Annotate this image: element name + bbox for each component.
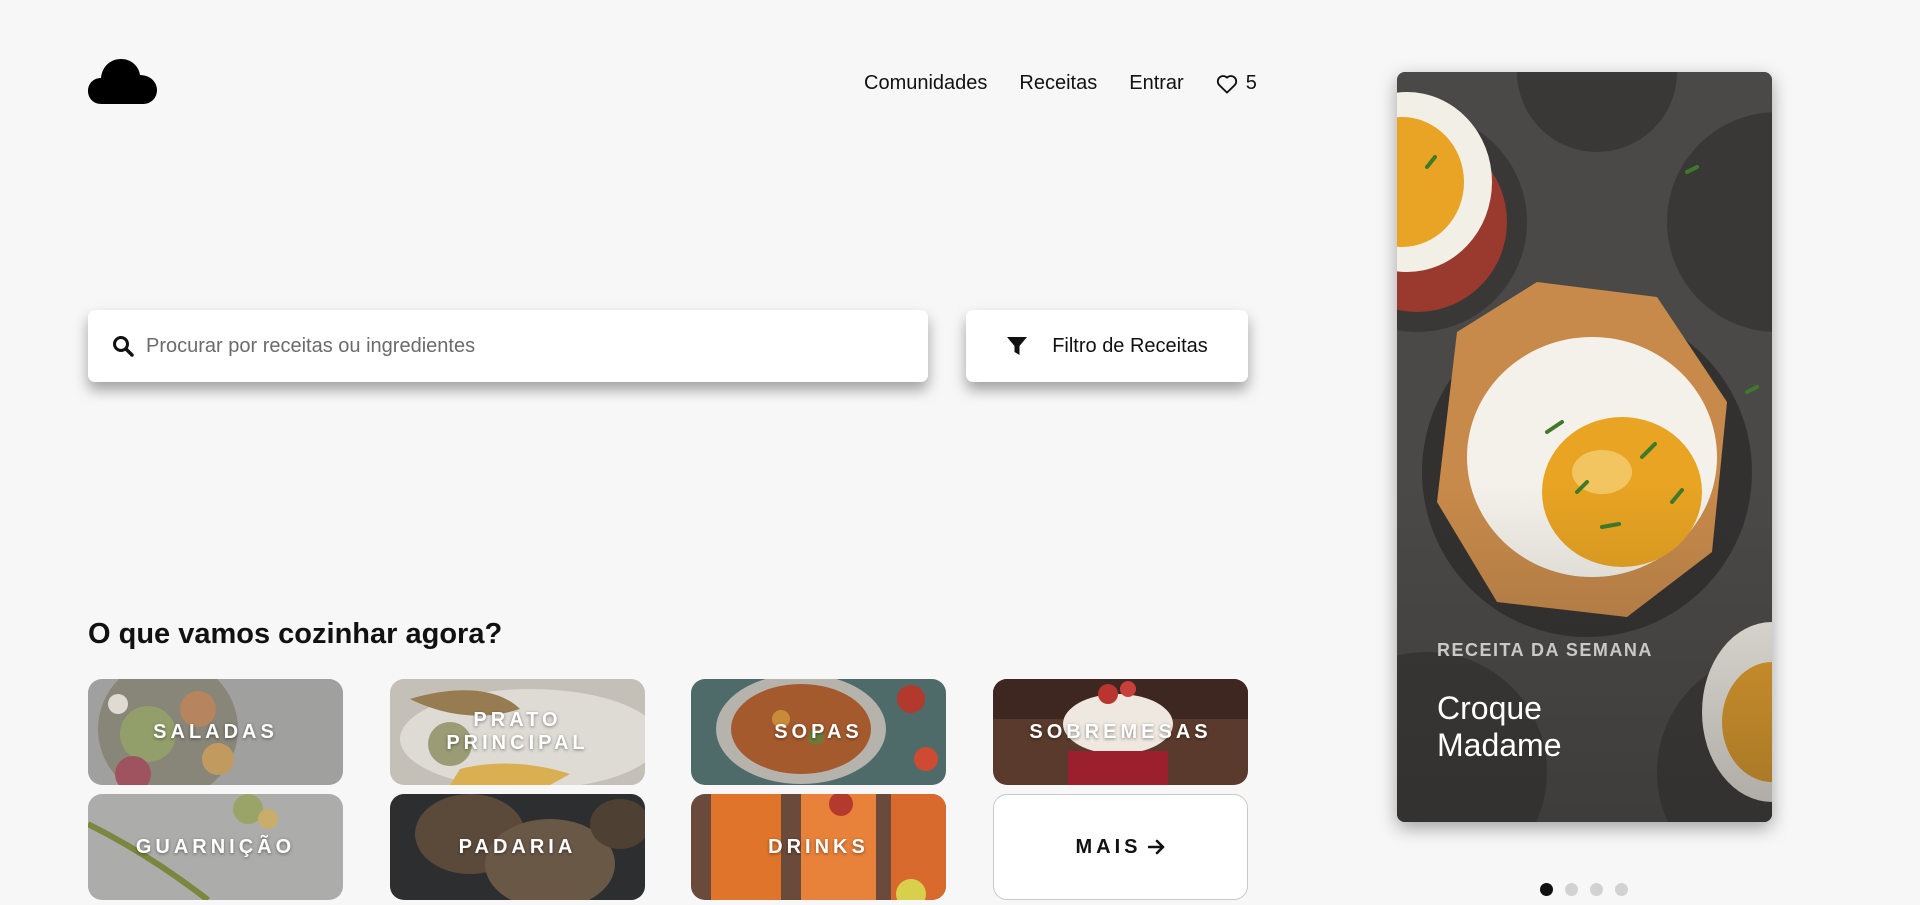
category-prato-principal[interactable]: PRATO PRINCIPAL xyxy=(390,679,645,785)
page: Comunidades Receitas Entrar 5 Filtro de … xyxy=(0,0,1920,905)
category-label: SALADAS xyxy=(153,720,278,743)
filter-button[interactable]: Filtro de Receitas xyxy=(966,310,1248,382)
carousel-dot-2[interactable] xyxy=(1565,883,1578,896)
carousel-dot-1[interactable] xyxy=(1540,883,1553,896)
favorites-button[interactable]: 5 xyxy=(1216,72,1257,95)
cloud-icon[interactable] xyxy=(88,56,158,106)
featured-title: Croque Madame xyxy=(1437,690,1562,763)
category-label: GUARNIÇÃO xyxy=(135,835,296,858)
carousel-dots xyxy=(1540,883,1628,896)
search-input[interactable] xyxy=(146,334,906,358)
favorites-count: 5 xyxy=(1245,72,1257,94)
featured-kicker: RECEITA DA SEMANA xyxy=(1437,640,1653,660)
search-bar[interactable] xyxy=(88,310,928,382)
category-guarnicao[interactable]: GUARNIÇÃO xyxy=(88,794,343,900)
arrow-right-icon xyxy=(1147,839,1164,855)
more-label: MAIS xyxy=(1075,835,1142,858)
nav-entrar[interactable]: Entrar xyxy=(1129,72,1183,95)
heart-icon xyxy=(1216,74,1237,94)
nav-receitas[interactable]: Receitas xyxy=(1019,72,1097,95)
filter-icon xyxy=(1007,337,1028,355)
category-sopas[interactable]: SOPAS xyxy=(691,679,946,785)
category-grid: SALADAS PRATO PRINCIPAL SOPAS SOBREMESAS… xyxy=(88,679,1248,900)
category-padaria[interactable]: PADARIA xyxy=(390,794,645,900)
carousel-dot-4[interactable] xyxy=(1615,883,1628,896)
filter-label: Filtro de Receitas xyxy=(1052,334,1208,357)
nav-comunidades[interactable]: Comunidades xyxy=(864,72,987,95)
section-title: O que vamos cozinhar agora? xyxy=(88,618,503,650)
search-icon xyxy=(113,336,134,357)
category-label: PADARIA xyxy=(458,835,577,858)
more-categories-button[interactable]: MAIS xyxy=(993,794,1248,900)
category-label: SOBREMESAS xyxy=(1029,720,1212,743)
carousel-dot-3[interactable] xyxy=(1590,883,1603,896)
category-label: DRINKS xyxy=(768,835,869,858)
category-label: PRATO PRINCIPAL xyxy=(446,709,589,754)
category-sobremesas[interactable]: SOBREMESAS xyxy=(993,679,1248,785)
category-drinks[interactable]: DRINKS xyxy=(691,794,946,900)
top-nav: Comunidades Receitas Entrar 5 xyxy=(864,72,1257,95)
category-saladas[interactable]: SALADAS xyxy=(88,679,343,785)
category-label: SOPAS xyxy=(774,720,863,743)
more-label-wrap: MAIS xyxy=(1056,836,1186,859)
featured-recipe-card[interactable]: RECEITA DA SEMANA Croque Madame xyxy=(1397,72,1772,822)
